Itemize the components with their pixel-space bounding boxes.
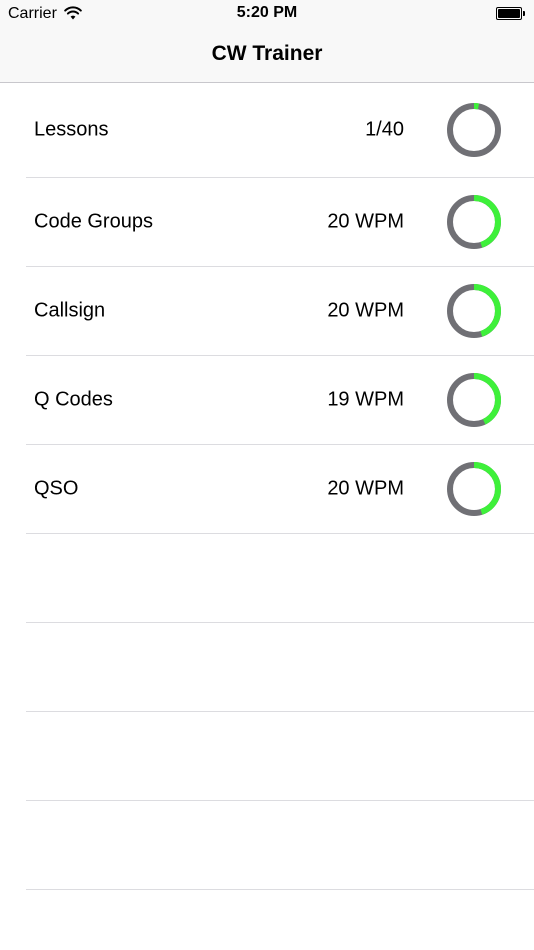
progress-ring-icon	[447, 195, 501, 249]
battery-fill	[498, 9, 520, 18]
progress-ring-icon	[447, 284, 501, 338]
progress-ring-icon	[447, 103, 501, 157]
page-title: CW Trainer	[211, 42, 323, 65]
menu-table: Lessons 1/40 Code Groups 20 WPM Callsign…	[0, 83, 534, 890]
status-bar: Carrier 5:20 PM	[0, 0, 534, 28]
row-lessons[interactable]: Lessons 1/40	[26, 83, 534, 178]
status-time: 5:20 PM	[236, 4, 298, 21]
empty-row	[26, 623, 534, 712]
row-value: 19 WPM	[327, 388, 404, 411]
navigation-bar: CW Trainer	[0, 28, 534, 83]
row-value: 20 WPM	[327, 477, 404, 500]
empty-row	[26, 801, 534, 890]
row-label: Q Codes	[34, 388, 113, 411]
row-value: 20 WPM	[327, 299, 404, 322]
row-label: Lessons	[34, 118, 109, 141]
row-label: Callsign	[34, 299, 106, 322]
battery-icon	[496, 7, 526, 20]
row-label: QSO	[34, 477, 79, 500]
empty-row	[26, 534, 534, 623]
row-label: Code Groups	[34, 210, 153, 233]
row-value: 20 WPM	[327, 210, 404, 233]
row-qso[interactable]: QSO 20 WPM	[26, 445, 534, 534]
progress-ring-icon	[447, 373, 501, 427]
empty-row	[26, 712, 534, 801]
progress-ring-track	[447, 103, 501, 157]
row-value: 1/40	[365, 118, 404, 141]
progress-ring-icon	[447, 462, 501, 516]
row-callsign[interactable]: Callsign 20 WPM	[26, 267, 534, 356]
row-code-groups[interactable]: Code Groups 20 WPM	[26, 178, 534, 267]
row-q-codes[interactable]: Q Codes 19 WPM	[26, 356, 534, 445]
